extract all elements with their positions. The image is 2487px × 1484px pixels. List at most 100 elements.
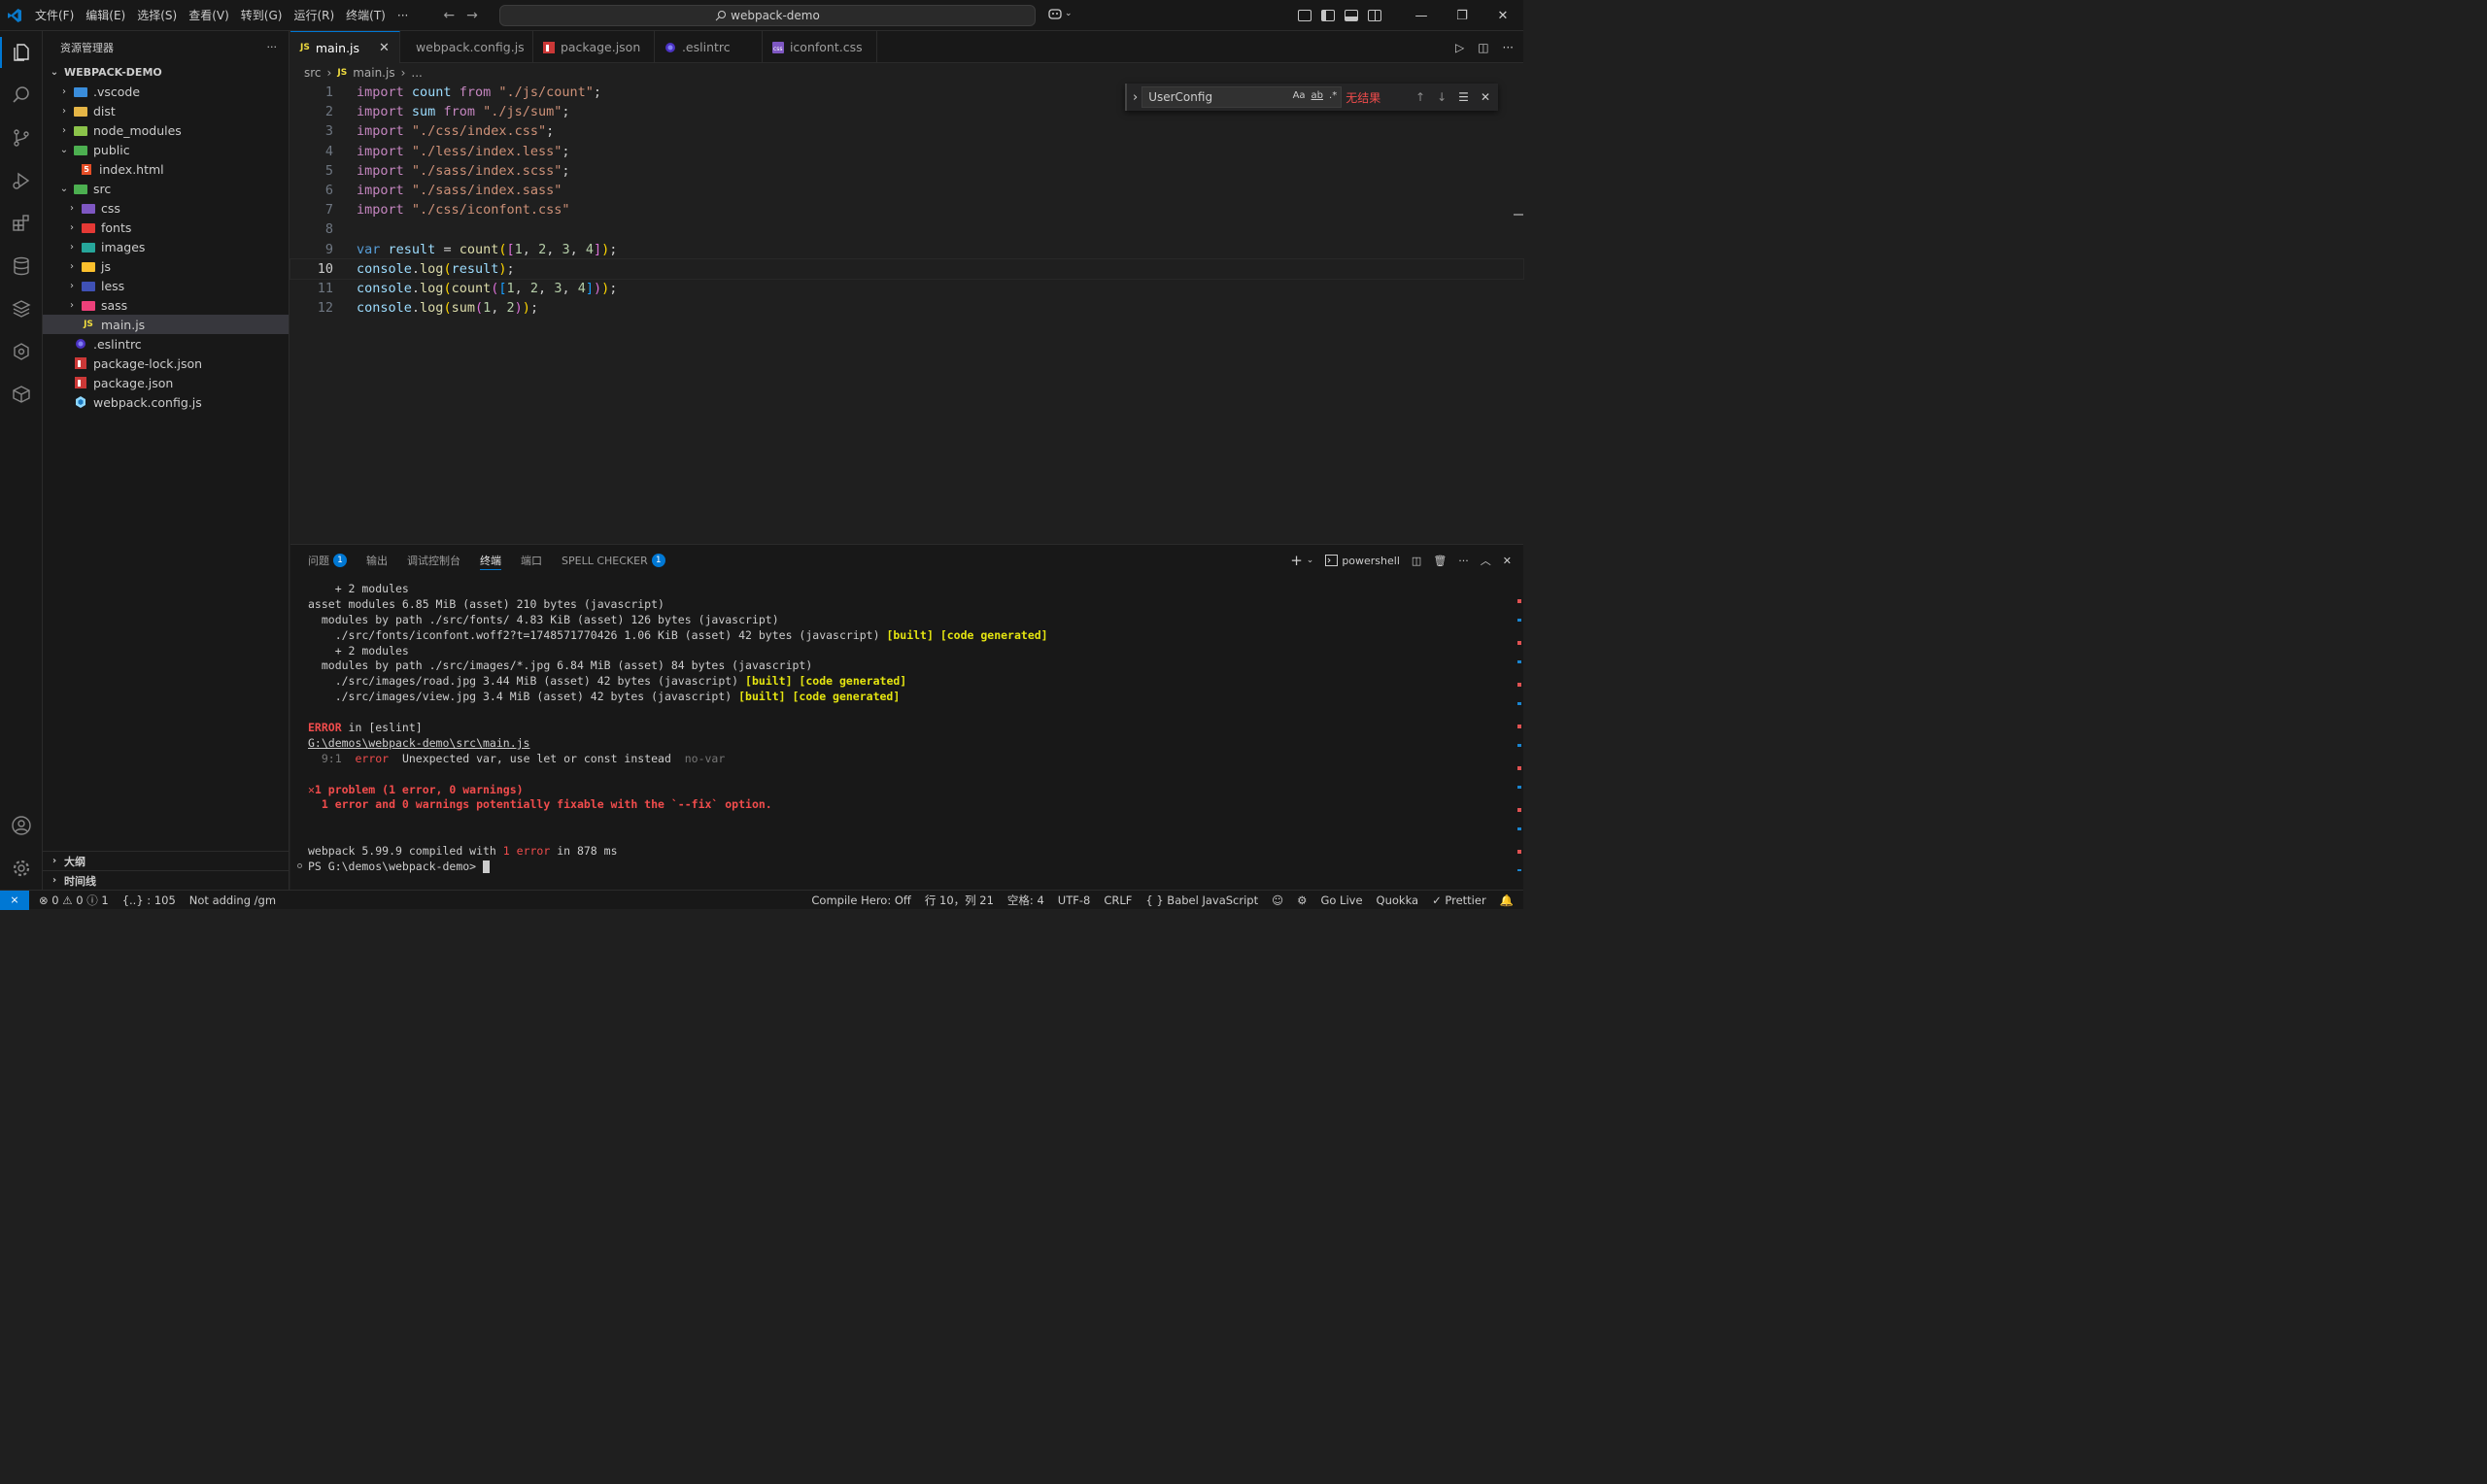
match-case-button[interactable]: Aa [1293, 90, 1306, 101]
menu-edit[interactable]: 编辑(E) [80, 0, 131, 31]
tree-item-less[interactable]: › less [43, 276, 289, 295]
compile-hero-status[interactable]: Compile Hero: Off [811, 894, 910, 907]
copilot-button[interactable]: ⌄ [1047, 7, 1073, 20]
encoding-status[interactable]: UTF-8 [1058, 894, 1091, 907]
tree-item-package-json[interactable]: package.json [43, 373, 289, 392]
workspace-root[interactable]: ⌄ WEBPACK-DEMO [43, 62, 289, 82]
error-file-link[interactable]: G:\demos\webpack-demo\src\main.js [308, 736, 529, 750]
minimize-button[interactable]: — [1401, 0, 1442, 31]
run-debug-activity[interactable] [0, 159, 43, 202]
tree-item-main-js[interactable]: JS main.js [43, 315, 289, 334]
accounts-activity[interactable] [0, 804, 43, 847]
remote-indicator[interactable]: ⨯ [0, 890, 29, 910]
breadcrumb-file[interactable]: main.js [353, 66, 394, 80]
cursor-position[interactable]: 行 10，列 21 [925, 893, 994, 908]
tab-spell-checker[interactable]: SPELL CHECKER 1 [562, 545, 665, 576]
tab-terminal[interactable]: 终端 [480, 551, 501, 570]
tab-package-json[interactable]: package.json [533, 31, 655, 63]
close-icon[interactable]: ✕ [1503, 555, 1512, 567]
new-terminal-icon[interactable]: + [1290, 552, 1303, 569]
trash-icon[interactable]: 🗑 [1433, 555, 1447, 567]
toggle-secondary-sidebar-icon[interactable] [1368, 10, 1381, 21]
code-editor[interactable]: 1 import count from "./js/count"; 2 import… [290, 82, 1524, 544]
more-actions-icon[interactable]: ··· [1458, 555, 1469, 567]
close-icon[interactable]: ✕ [1481, 90, 1490, 104]
tree-item-dist[interactable]: › dist [43, 101, 289, 120]
tab-webpack-config[interactable]: webpack.config.js [400, 31, 533, 63]
tree-item-vscode[interactable]: › .vscode [43, 82, 289, 101]
tree-item-public[interactable]: ⌄ public [43, 140, 289, 159]
tab-ports[interactable]: 端口 [521, 545, 542, 576]
more-actions-icon[interactable]: ··· [1503, 41, 1514, 54]
tab-main-js[interactable]: JS main.js ✕ [290, 31, 400, 63]
prettier-status[interactable]: ✓ Prettier [1432, 894, 1486, 907]
extensions-activity[interactable] [0, 202, 43, 245]
regex-button[interactable]: .* [1329, 90, 1337, 101]
tree-item-eslintrc[interactable]: .eslintrc [43, 334, 289, 354]
eol-status[interactable]: CRLF [1104, 894, 1132, 907]
menu-run[interactable]: 运行(R) [288, 0, 340, 31]
breadcrumb-folder[interactable]: src [304, 66, 322, 80]
tab-problems[interactable]: 问题 1 [308, 545, 347, 576]
database-activity[interactable] [0, 245, 43, 287]
source-control-activity[interactable] [0, 117, 43, 159]
quokka-status[interactable]: Quokka [1377, 894, 1419, 907]
tree-item-webpack-config-js[interactable]: webpack.config.js [43, 392, 289, 412]
split-editor-icon[interactable]: ◫ [1478, 41, 1488, 54]
tab-eslintrc[interactable]: .eslintrc [655, 31, 763, 63]
explorer-more-button[interactable]: ··· [267, 41, 278, 53]
tree-item-js[interactable]: › js [43, 256, 289, 276]
tab-iconfont-css[interactable]: css iconfont.css [763, 31, 877, 63]
split-terminal-icon[interactable]: ◫ [1412, 555, 1421, 567]
previous-match-icon[interactable]: ↑ [1415, 90, 1425, 104]
explorer-activity[interactable] [0, 31, 43, 74]
customize-layout-icon[interactable] [1298, 10, 1312, 21]
menu-selection[interactable]: 选择(S) [131, 0, 183, 31]
extension-status-icon[interactable]: ⚙ [1297, 894, 1307, 907]
command-center-search[interactable]: webpack-demo [499, 5, 1036, 26]
terminal-scrollbar[interactable] [1517, 580, 1521, 871]
language-mode[interactable]: { } Babel JavaScript [1145, 894, 1258, 907]
outline-section[interactable]: › 大纲 [43, 851, 289, 870]
toggle-sidebar-icon[interactable] [1321, 10, 1335, 21]
layers-activity[interactable] [0, 287, 43, 330]
tab-debug-console[interactable]: 调试控制台 [407, 545, 460, 576]
git-status[interactable]: Not adding /gm [189, 894, 276, 907]
tree-item-images[interactable]: › images [43, 237, 289, 256]
chevron-down-icon[interactable]: ⌄ [1307, 556, 1314, 565]
whole-word-button[interactable]: ab [1312, 90, 1323, 101]
manage-activity[interactable] [0, 847, 43, 890]
tree-item-node-modules[interactable]: › node_modules [43, 120, 289, 140]
back-arrow-icon[interactable]: ← [443, 8, 455, 23]
maximize-panel-icon[interactable]: ︿ [1481, 553, 1491, 568]
indentation-status[interactable]: 空格: 4 [1007, 893, 1044, 908]
chevron-right-icon[interactable]: › [1133, 90, 1138, 105]
notifications-bell-icon[interactable]: 🔔 [1500, 894, 1514, 907]
find-input[interactable]: UserConfig Aa ab .* [1141, 86, 1343, 108]
restore-button[interactable]: ❐ [1442, 0, 1482, 31]
search-activity[interactable] [0, 74, 43, 117]
toggle-panel-icon[interactable] [1345, 10, 1358, 21]
breadcrumb-more[interactable]: ... [411, 66, 422, 80]
problems-status[interactable]: ⊗ 0 ⚠ 0 ⓘ 1 [39, 893, 109, 908]
tree-item-fonts[interactable]: › fonts [43, 218, 289, 237]
go-live-button[interactable]: Go Live [1320, 894, 1362, 907]
copilot-status-icon[interactable]: ☺ [1272, 894, 1283, 907]
run-icon[interactable]: ▷ [1455, 41, 1464, 54]
tab-output[interactable]: 输出 [366, 545, 388, 576]
next-match-icon[interactable]: ↓ [1437, 90, 1447, 104]
menu-terminal[interactable]: 终端(T) [340, 0, 392, 31]
tree-item-index-html[interactable]: 5 index.html [43, 159, 289, 179]
tree-item-sass[interactable]: › sass [43, 295, 289, 315]
menu-more[interactable]: ··· [392, 0, 414, 31]
tree-item-css[interactable]: › css [43, 198, 289, 218]
gitlens-activity[interactable] [0, 330, 43, 373]
close-window-button[interactable]: ✕ [1482, 0, 1523, 31]
menu-file[interactable]: 文件(F) [29, 0, 80, 31]
forward-arrow-icon[interactable]: → [466, 8, 478, 23]
remote-explorer-activity[interactable] [0, 373, 43, 416]
tree-item-src[interactable]: ⌄ src [43, 179, 289, 198]
braces-status[interactable]: {..} : 105 [122, 894, 176, 907]
find-in-selection-icon[interactable]: ☰ [1458, 90, 1469, 104]
terminal-shell-selector[interactable]: powershell [1325, 555, 1400, 567]
